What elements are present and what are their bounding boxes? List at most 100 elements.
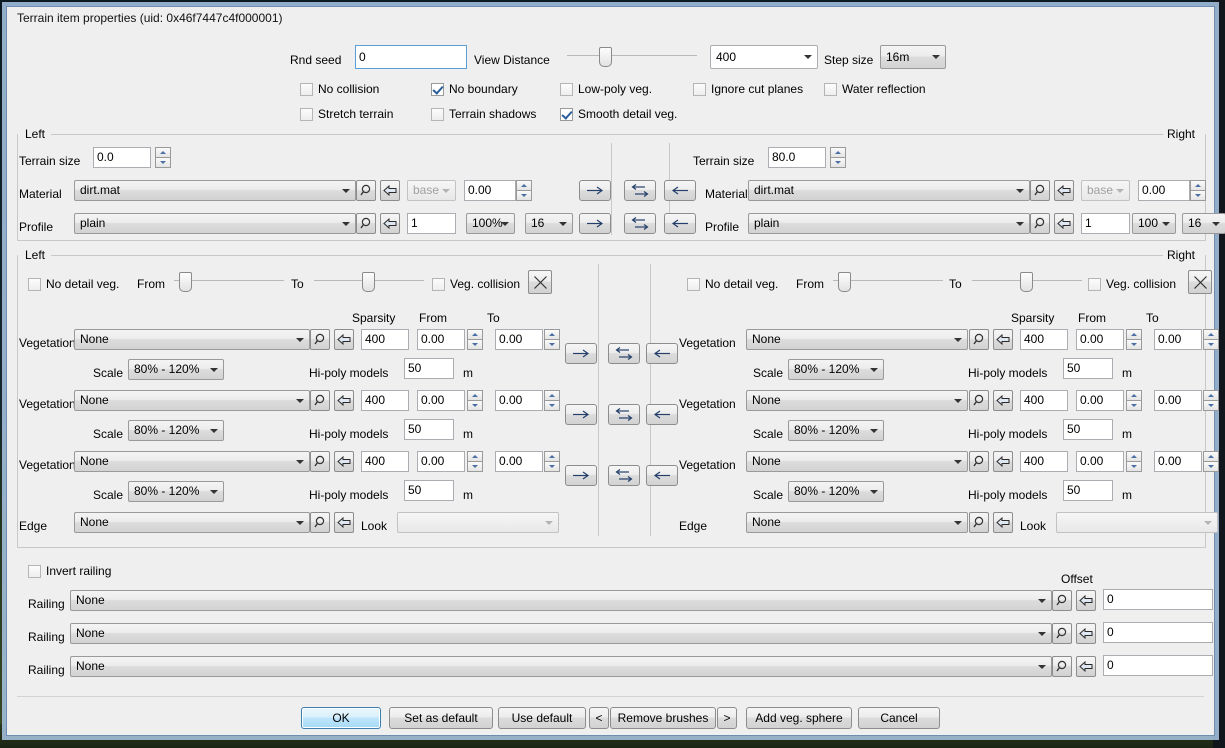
right-profile-copy-left-button[interactable] bbox=[664, 213, 696, 234]
spinner-up[interactable] bbox=[1203, 390, 1219, 400]
previous-brush-button[interactable]: < bbox=[589, 707, 609, 729]
left-scale-combo-1[interactable]: 80% - 120% bbox=[128, 359, 224, 380]
left-material-swap-button[interactable] bbox=[624, 180, 656, 201]
spinner-down[interactable] bbox=[1126, 339, 1142, 350]
right-to-input-3[interactable]: 0.00 bbox=[1154, 451, 1202, 472]
left-from-slider[interactable] bbox=[174, 270, 284, 292]
slider-handle[interactable] bbox=[838, 272, 851, 292]
left-veg-copy-right-2[interactable] bbox=[565, 404, 597, 425]
checkbox-smooth-detail-veg[interactable]: Smooth detail veg. bbox=[560, 107, 677, 121]
slider-handle[interactable] bbox=[362, 272, 375, 292]
railing-assign-1[interactable] bbox=[1076, 590, 1096, 611]
railing-browse-2[interactable] bbox=[1052, 623, 1072, 644]
spinner-down[interactable] bbox=[1190, 190, 1206, 201]
right-from-spinner-2[interactable] bbox=[1126, 390, 1142, 411]
right-no-detail-veg-checkbox[interactable]: No detail veg. bbox=[687, 277, 778, 291]
left-veg-collision-checkbox[interactable]: Veg. collision bbox=[432, 277, 520, 291]
spinner-down[interactable] bbox=[467, 461, 483, 472]
right-profile-steps-combo[interactable]: 16 bbox=[1182, 213, 1225, 234]
right-vegetation-assign-1[interactable] bbox=[993, 329, 1013, 350]
add-veg-sphere-button[interactable]: Add veg. sphere bbox=[746, 707, 852, 729]
set-as-default-button[interactable]: Set as default bbox=[389, 707, 493, 729]
left-from-spinner-3[interactable] bbox=[467, 451, 483, 472]
railing-browse-1[interactable] bbox=[1052, 590, 1072, 611]
right-veg-collision-checkbox[interactable]: Veg. collision bbox=[1088, 277, 1176, 291]
left-scale-combo-2[interactable]: 80% - 120% bbox=[128, 420, 224, 441]
left-edge-assign-button[interactable] bbox=[334, 512, 354, 533]
rnd-seed-input[interactable]: 0 bbox=[355, 45, 467, 69]
railing-combo-3[interactable]: None bbox=[70, 656, 1052, 677]
left-vegetation-combo-2[interactable]: None bbox=[74, 390, 310, 411]
spinner-up[interactable] bbox=[1203, 329, 1219, 339]
left-from-spinner-1[interactable] bbox=[467, 329, 483, 350]
right-to-input-2[interactable]: 0.00 bbox=[1154, 390, 1202, 411]
left-profile-copy-right-button[interactable] bbox=[579, 213, 611, 234]
left-terrain-size-spinner[interactable] bbox=[155, 147, 171, 168]
right-hipoly-input-1[interactable]: 50 bbox=[1063, 358, 1113, 379]
right-profile-assign-button[interactable] bbox=[1054, 213, 1074, 234]
spinner-down[interactable] bbox=[544, 400, 560, 411]
right-material-value-spinner[interactable] bbox=[1190, 180, 1206, 201]
spinner-up[interactable] bbox=[467, 329, 483, 339]
checkbox-low-poly-veg[interactable]: Low-poly veg. bbox=[560, 82, 652, 96]
right-profile-combo[interactable]: plain bbox=[748, 213, 1030, 234]
left-to-slider[interactable] bbox=[314, 270, 424, 292]
left-sparsity-input-3[interactable]: 400 bbox=[361, 451, 409, 472]
checkbox-no-boundary[interactable]: No boundary bbox=[431, 82, 518, 96]
left-edge-combo[interactable]: None bbox=[74, 512, 310, 533]
right-vegetation-combo-3[interactable]: None bbox=[746, 451, 968, 472]
right-to-spinner-3[interactable] bbox=[1203, 451, 1219, 472]
right-veg-copy-left-1[interactable] bbox=[646, 343, 678, 364]
spinner-down[interactable] bbox=[1203, 400, 1219, 411]
spinner-down[interactable] bbox=[467, 339, 483, 350]
spinner-down[interactable] bbox=[467, 400, 483, 411]
left-veg-swap-3[interactable] bbox=[608, 465, 640, 486]
spinner-down[interactable] bbox=[1126, 400, 1142, 411]
spinner-down[interactable] bbox=[830, 157, 846, 168]
checkbox-water-reflection[interactable]: Water reflection bbox=[824, 82, 926, 96]
right-vegetation-combo-2[interactable]: None bbox=[746, 390, 968, 411]
left-from-input-1[interactable]: 0.00 bbox=[417, 329, 465, 350]
checkbox-no-collision[interactable]: No collision bbox=[300, 82, 379, 96]
left-sparsity-input-1[interactable]: 400 bbox=[361, 329, 409, 350]
spinner-up[interactable] bbox=[544, 451, 560, 461]
spinner-up[interactable] bbox=[1126, 390, 1142, 400]
left-to-spinner-3[interactable] bbox=[544, 451, 560, 472]
right-vegetation-assign-2[interactable] bbox=[993, 390, 1013, 411]
right-sparsity-input-1[interactable]: 400 bbox=[1020, 329, 1068, 350]
checkbox-terrain-shadows[interactable]: Terrain shadows bbox=[431, 107, 536, 121]
spinner-up[interactable] bbox=[830, 147, 846, 157]
left-vegetation-browse-1[interactable] bbox=[310, 329, 330, 350]
left-vegetation-combo-3[interactable]: None bbox=[74, 451, 310, 472]
left-profile-assign-button[interactable] bbox=[380, 213, 400, 234]
view-distance-combo[interactable]: 400 bbox=[710, 45, 818, 69]
left-to-input-2[interactable]: 0.00 bbox=[495, 390, 543, 411]
right-material-combo[interactable]: dirt.mat bbox=[748, 180, 1030, 201]
right-material-browse-button[interactable] bbox=[1030, 180, 1050, 201]
right-terrain-size-input[interactable]: 80.0 bbox=[768, 147, 826, 168]
spinner-up[interactable] bbox=[1203, 451, 1219, 461]
slider-handle[interactable] bbox=[179, 272, 192, 292]
step-size-combo[interactable]: 16m bbox=[880, 45, 946, 69]
spinner-down[interactable] bbox=[544, 461, 560, 472]
left-profile-swap-button[interactable] bbox=[624, 213, 656, 234]
spinner-up[interactable] bbox=[1126, 451, 1142, 461]
spinner-down[interactable] bbox=[1203, 339, 1219, 350]
railing-combo-2[interactable]: None bbox=[70, 623, 1052, 644]
right-from-slider[interactable] bbox=[833, 270, 943, 292]
left-to-input-3[interactable]: 0.00 bbox=[495, 451, 543, 472]
right-to-spinner-1[interactable] bbox=[1203, 329, 1219, 350]
left-veg-copy-right-1[interactable] bbox=[565, 343, 597, 364]
right-profile-count-input[interactable]: 1 bbox=[1081, 213, 1130, 234]
left-vegetation-assign-1[interactable] bbox=[334, 329, 354, 350]
railing-assign-2[interactable] bbox=[1076, 623, 1096, 644]
next-brush-button[interactable]: > bbox=[717, 707, 737, 729]
right-scale-combo-1[interactable]: 80% - 120% bbox=[788, 359, 884, 380]
remove-brushes-button[interactable]: Remove brushes bbox=[610, 707, 716, 729]
right-vegetation-browse-1[interactable] bbox=[969, 329, 989, 350]
right-from-input-1[interactable]: 0.00 bbox=[1076, 329, 1124, 350]
right-veg-copy-left-2[interactable] bbox=[646, 404, 678, 425]
left-material-value-input[interactable]: 0.00 bbox=[464, 180, 516, 201]
spinner-up[interactable] bbox=[516, 180, 532, 190]
railing-combo-1[interactable]: None bbox=[70, 590, 1052, 611]
